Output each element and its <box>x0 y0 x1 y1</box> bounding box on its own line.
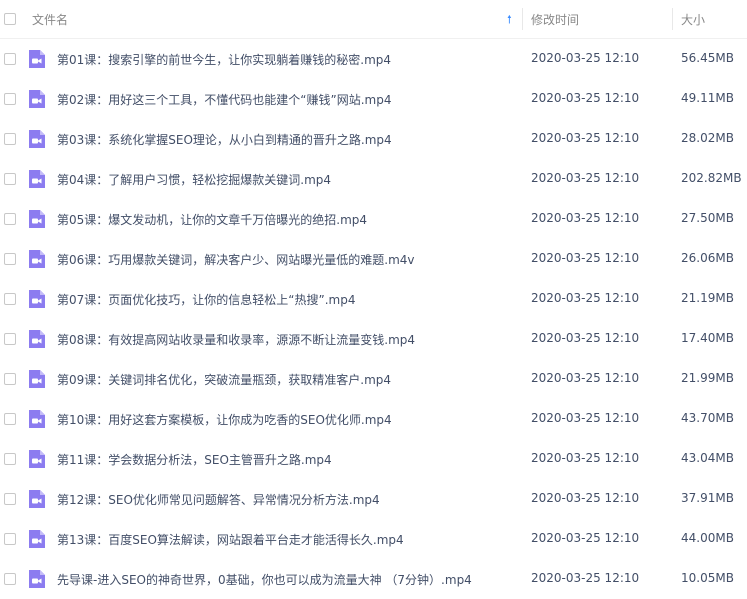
file-modified-time: 2020-03-25 12:10 <box>531 411 640 425</box>
file-size: 27.50MB <box>681 211 734 225</box>
file-name[interactable]: 第04课：了解用户习惯，轻松挖掘爆款关键词.mp4 <box>57 171 331 188</box>
column-header-modified-time[interactable]: 修改时间 <box>531 11 579 28</box>
file-modified-time: 2020-03-25 12:10 <box>531 571 640 585</box>
video-file-icon <box>29 290 45 308</box>
file-modified-time: 2020-03-25 12:10 <box>531 51 640 65</box>
file-name[interactable]: 第08课：有效提高网站收录量和收录率，源源不断让流量变钱.mp4 <box>57 331 415 348</box>
video-file-icon <box>29 530 45 548</box>
file-row[interactable]: 第06课：巧用爆款关键词，解决客户少、网站曝光量低的难题.m4v 2020-03-… <box>0 239 747 279</box>
file-name[interactable]: 第02课：用好这三个工具，不懂代码也能建个“赚钱”网站.mp4 <box>57 91 391 108</box>
row-checkbox[interactable] <box>4 253 16 265</box>
file-row[interactable]: 第07课：页面优化技巧，让你的信息轻松上“热搜”.mp4 2020-03-25 1… <box>0 279 747 319</box>
row-checkbox[interactable] <box>4 373 16 385</box>
file-row[interactable]: 第10课：用好这套方案模板，让你成为吃香的SEO优化师.mp4 2020-03-2… <box>0 399 747 439</box>
video-file-icon <box>29 50 45 68</box>
row-checkbox[interactable] <box>4 573 16 585</box>
row-checkbox[interactable] <box>4 213 16 225</box>
file-size: 37.91MB <box>681 491 734 505</box>
video-file-icon <box>29 170 45 188</box>
file-name[interactable]: 第03课：系统化掌握SEO理论，从小白到精通的晋升之路.mp4 <box>57 131 392 148</box>
file-modified-time: 2020-03-25 12:10 <box>531 291 640 305</box>
video-file-icon <box>29 410 45 428</box>
video-file-icon <box>29 90 45 108</box>
video-file-icon <box>29 330 45 348</box>
video-file-icon <box>29 210 45 228</box>
file-size: 21.19MB <box>681 291 734 305</box>
file-row[interactable]: 第02课：用好这三个工具，不懂代码也能建个“赚钱”网站.mp4 2020-03-2… <box>0 79 747 119</box>
file-size: 10.05MB <box>681 571 734 585</box>
file-size: 28.02MB <box>681 131 734 145</box>
file-name[interactable]: 第06课：巧用爆款关键词，解决客户少、网站曝光量低的难题.m4v <box>57 251 415 268</box>
file-modified-time: 2020-03-25 12:10 <box>531 491 640 505</box>
file-row[interactable]: 第09课：关键词排名优化，突破流量瓶颈，获取精准客户.mp4 2020-03-25… <box>0 359 747 399</box>
column-header-name[interactable]: 文件名 <box>32 11 68 28</box>
file-modified-time: 2020-03-25 12:10 <box>531 171 640 185</box>
row-checkbox[interactable] <box>4 133 16 145</box>
file-modified-time: 2020-03-25 12:10 <box>531 451 640 465</box>
file-row[interactable]: 第11课：学会数据分析法，SEO主管晋升之路.mp4 2020-03-25 12:… <box>0 439 747 479</box>
file-row[interactable]: 第05课：爆文发动机，让你的文章千万倍曝光的绝招.mp4 2020-03-25 1… <box>0 199 747 239</box>
file-modified-time: 2020-03-25 12:10 <box>531 251 640 265</box>
file-size: 26.06MB <box>681 251 734 265</box>
file-list: 第01课：搜索引擎的前世今生，让你实现躺着赚钱的秘密.mp4 2020-03-25… <box>0 39 747 599</box>
file-modified-time: 2020-03-25 12:10 <box>531 531 640 545</box>
file-list-header: 文件名 🠕 修改时间 大小 <box>0 0 747 39</box>
file-modified-time: 2020-03-25 12:10 <box>531 91 640 105</box>
file-name[interactable]: 先导课-进入SEO的神奇世界，0基础，你也可以成为流量大神 （7分钟）.mp4 <box>57 571 472 588</box>
file-size: 21.99MB <box>681 371 734 385</box>
file-modified-time: 2020-03-25 12:10 <box>531 211 640 225</box>
file-row[interactable]: 第01课：搜索引擎的前世今生，让你实现躺着赚钱的秘密.mp4 2020-03-25… <box>0 39 747 79</box>
row-checkbox[interactable] <box>4 53 16 65</box>
row-checkbox[interactable] <box>4 173 16 185</box>
row-checkbox[interactable] <box>4 493 16 505</box>
file-name[interactable]: 第05课：爆文发动机，让你的文章千万倍曝光的绝招.mp4 <box>57 211 367 228</box>
file-name[interactable]: 第07课：页面优化技巧，让你的信息轻松上“热搜”.mp4 <box>57 291 355 308</box>
file-modified-time: 2020-03-25 12:10 <box>531 371 640 385</box>
file-row[interactable]: 先导课-进入SEO的神奇世界，0基础，你也可以成为流量大神 （7分钟）.mp4 2… <box>0 559 747 599</box>
file-row[interactable]: 第08课：有效提高网站收录量和收录率，源源不断让流量变钱.mp4 2020-03-… <box>0 319 747 359</box>
file-name[interactable]: 第10课：用好这套方案模板，让你成为吃香的SEO优化师.mp4 <box>57 411 392 428</box>
column-divider[interactable] <box>522 8 523 30</box>
video-file-icon <box>29 450 45 468</box>
row-checkbox[interactable] <box>4 453 16 465</box>
row-checkbox[interactable] <box>4 533 16 545</box>
file-row[interactable]: 第12课：SEO优化师常见问题解答、异常情况分析方法.mp4 2020-03-25… <box>0 479 747 519</box>
file-name[interactable]: 第13课：百度SEO算法解读，网站跟着平台走才能活得长久.mp4 <box>57 531 404 548</box>
file-size: 43.70MB <box>681 411 734 425</box>
row-checkbox[interactable] <box>4 93 16 105</box>
video-file-icon <box>29 570 45 588</box>
file-size: 43.04MB <box>681 451 734 465</box>
row-checkbox[interactable] <box>4 293 16 305</box>
file-size: 44.00MB <box>681 531 734 545</box>
file-row[interactable]: 第13课：百度SEO算法解读，网站跟着平台走才能活得长久.mp4 2020-03-… <box>0 519 747 559</box>
video-file-icon <box>29 130 45 148</box>
file-size: 49.11MB <box>681 91 734 105</box>
file-name[interactable]: 第01课：搜索引擎的前世今生，让你实现躺着赚钱的秘密.mp4 <box>57 51 391 68</box>
file-size: 202.82MB <box>681 171 742 185</box>
video-file-icon <box>29 490 45 508</box>
file-size: 56.45MB <box>681 51 734 65</box>
file-size: 17.40MB <box>681 331 734 345</box>
row-checkbox[interactable] <box>4 413 16 425</box>
file-modified-time: 2020-03-25 12:10 <box>531 131 640 145</box>
file-name[interactable]: 第09课：关键词排名优化，突破流量瓶颈，获取精准客户.mp4 <box>57 371 391 388</box>
column-header-size[interactable]: 大小 <box>681 11 705 28</box>
column-divider[interactable] <box>672 8 673 30</box>
video-file-icon <box>29 370 45 388</box>
file-row[interactable]: 第04课：了解用户习惯，轻松挖掘爆款关键词.mp4 2020-03-25 12:1… <box>0 159 747 199</box>
file-name[interactable]: 第11课：学会数据分析法，SEO主管晋升之路.mp4 <box>57 451 332 468</box>
file-modified-time: 2020-03-25 12:10 <box>531 331 640 345</box>
file-name[interactable]: 第12课：SEO优化师常见问题解答、异常情况分析方法.mp4 <box>57 491 380 508</box>
sort-ascending-arrow-icon[interactable]: 🠕 <box>507 11 512 30</box>
file-row[interactable]: 第03课：系统化掌握SEO理论，从小白到精通的晋升之路.mp4 2020-03-2… <box>0 119 747 159</box>
select-all-checkbox[interactable] <box>4 13 16 25</box>
row-checkbox[interactable] <box>4 333 16 345</box>
video-file-icon <box>29 250 45 268</box>
